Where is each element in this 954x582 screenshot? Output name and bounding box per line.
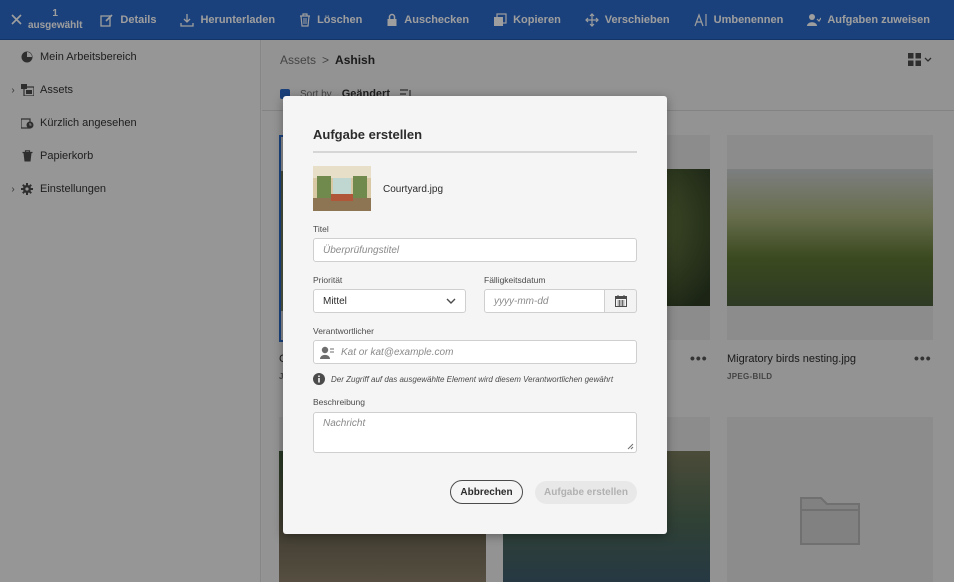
priority-value: Mittel xyxy=(323,295,347,307)
title-label: Titel xyxy=(313,224,329,234)
create-task-dialog: Aufgabe erstellen Courtyard.jpg Titel Üb… xyxy=(283,96,667,534)
description-placeholder: Nachricht xyxy=(323,418,366,429)
assignee-label: Verantwortlicher xyxy=(313,326,374,336)
asset-name: Courtyard.jpg xyxy=(383,184,444,195)
due-date-input[interactable]: yyyy-mm-dd xyxy=(484,289,605,313)
priority-label: Priorität xyxy=(313,275,343,285)
description-textarea[interactable]: Nachricht xyxy=(313,412,637,453)
description-label: Beschreibung xyxy=(313,397,365,407)
access-info-text: Der Zugriff auf das ausgewählte Element … xyxy=(331,374,614,384)
due-date-label: Fälligkeitsdatum xyxy=(484,275,546,285)
create-task-button[interactable]: Aufgabe erstellen xyxy=(535,481,637,504)
chevron-down-icon xyxy=(446,298,456,304)
cancel-button[interactable]: Abbrechen xyxy=(450,480,523,504)
access-info: Der Zugriff auf das ausgewählte Element … xyxy=(313,373,613,385)
calendar-button[interactable] xyxy=(604,289,637,313)
dialog-divider xyxy=(313,151,637,153)
asset-thumbnail xyxy=(313,166,371,211)
assignee-input[interactable]: Kat or kat@example.com xyxy=(313,340,637,364)
dialog-title: Aufgabe erstellen xyxy=(313,127,423,142)
calendar-icon xyxy=(614,295,627,307)
user-icon xyxy=(320,346,334,359)
title-input[interactable]: Überprüfungstitel xyxy=(313,238,637,262)
resize-handle-icon[interactable] xyxy=(627,443,634,450)
assignee-placeholder: Kat or kat@example.com xyxy=(341,346,454,358)
priority-select[interactable]: Mittel xyxy=(313,289,466,313)
info-icon xyxy=(313,373,325,385)
